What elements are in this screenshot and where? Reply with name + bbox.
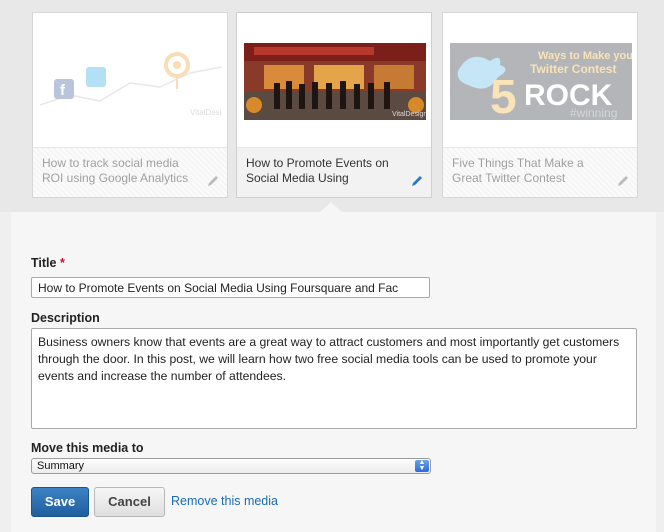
description-label: Description [31, 311, 100, 325]
twitter-icon [86, 67, 106, 87]
move-media-label: Move this media to [31, 441, 144, 455]
media-card-twitter-contest[interactable]: 5 Ways to Make your Twitter Contest ROCK… [442, 12, 638, 198]
select-value: Summary [37, 460, 85, 472]
card-caption-area: How to track social media ROI using Goog… [33, 147, 227, 197]
analytics-thumbnail: f VitalDesign [40, 43, 222, 120]
title-input[interactable]: How to Promote Events on Social Media Us… [31, 277, 430, 298]
vitaldesign-mark: VitalDesign [190, 108, 222, 117]
storefront-thumbnail: VitalDesign [244, 43, 426, 120]
card-caption: How to track social media ROI using Goog… [42, 156, 189, 185]
edit-pencil-icon[interactable] [206, 174, 220, 188]
select-arrows-icon: ▲ ▼ [415, 459, 429, 472]
svg-text:Ways to Make your: Ways to Make your [538, 50, 632, 62]
required-marker: * [59, 256, 65, 270]
move-media-select[interactable]: Summary ▲ ▼ [31, 458, 431, 474]
media-card-analytics[interactable]: f VitalDesign How to track social media … [32, 12, 228, 198]
media-carousel: f VitalDesign How to track social media … [0, 0, 664, 212]
save-button[interactable]: Save [31, 487, 89, 517]
title-label: Title * [31, 256, 65, 270]
svg-text:#winning: #winning [570, 106, 617, 120]
edit-pencil-icon[interactable] [410, 174, 424, 188]
card-caption-area: Five Things That Make a Great Twitter Co… [443, 147, 637, 197]
card-caption-area: How to Promote Events on Social Media Us… [237, 147, 431, 197]
svg-text:5: 5 [490, 71, 517, 120]
svg-text:VitalDesign: VitalDesign [392, 111, 426, 118]
media-card-events[interactable]: VitalDesign How to Promote Events on Soc… [236, 12, 432, 198]
active-card-pointer [319, 202, 343, 213]
contest-thumbnail: 5 Ways to Make your Twitter Contest ROCK… [450, 43, 632, 120]
card-caption: Five Things That Make a Great Twitter Co… [452, 156, 584, 185]
remove-media-link[interactable]: Remove this media [171, 494, 278, 508]
cancel-button[interactable]: Cancel [94, 487, 165, 517]
card-caption: How to Promote Events on Social Media Us… [246, 156, 389, 185]
edit-pencil-icon[interactable] [616, 174, 630, 188]
description-textarea[interactable]: Business owners know that events are a g… [31, 328, 637, 429]
svg-text:Twitter Contest: Twitter Contest [530, 62, 616, 76]
